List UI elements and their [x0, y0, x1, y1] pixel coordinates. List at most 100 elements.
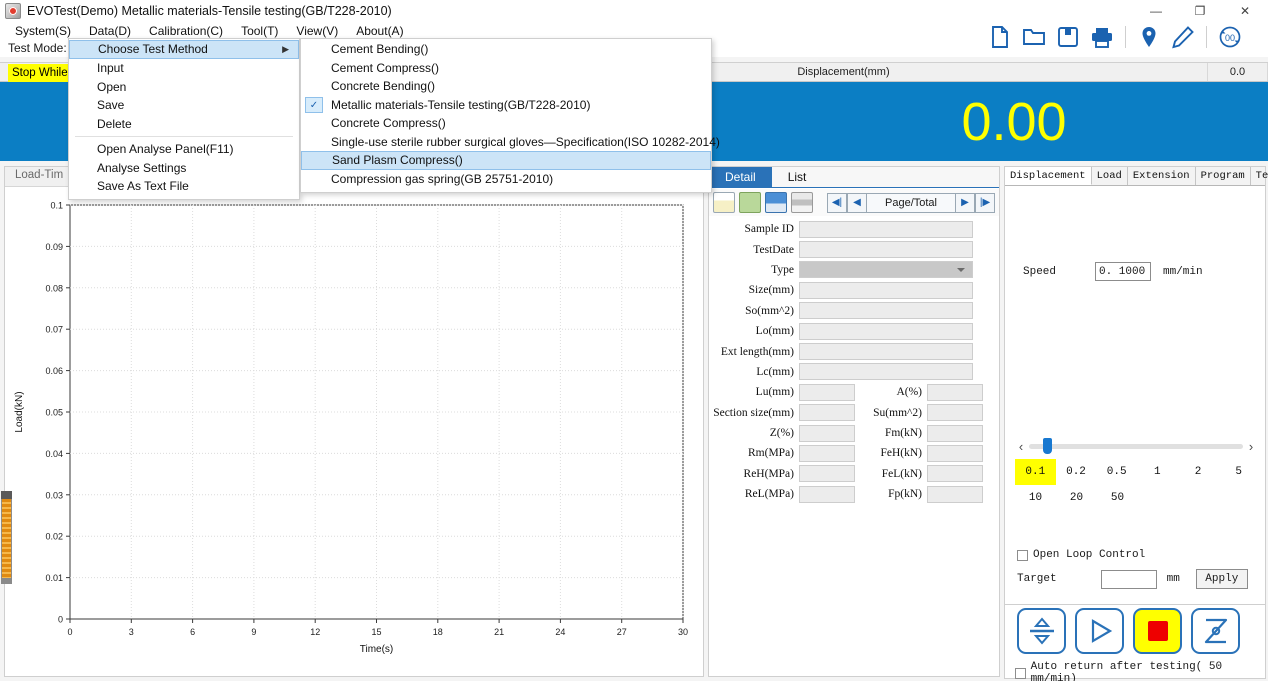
field-input-section-size-mm-[interactable] — [799, 404, 855, 422]
speed-preset-1[interactable]: 1 — [1137, 459, 1178, 485]
load-indicator-bar[interactable] — [1, 491, 12, 584]
field-label: Fm(kN) — [884, 427, 922, 440]
field-input-ext-length-mm-[interactable] — [799, 343, 973, 361]
field-input-so-mm-2-[interactable] — [799, 302, 973, 320]
control-tab-load[interactable]: Load — [1092, 167, 1128, 185]
open-folder-icon[interactable] — [1020, 23, 1048, 51]
return-button[interactable] — [1191, 608, 1240, 654]
field-input-reh-mpa-[interactable] — [799, 465, 855, 483]
x-tick-label: 27 — [617, 627, 627, 637]
start-button[interactable] — [1075, 608, 1124, 654]
control-tab-ten[interactable]: Ten — [1251, 167, 1268, 185]
speed-preset-20[interactable]: 20 — [1056, 485, 1097, 511]
field-input-z-[interactable] — [799, 424, 855, 442]
speed-preset-0-2[interactable]: 0.2 — [1056, 459, 1097, 485]
speed-slider[interactable]: ‹ › — [1013, 438, 1259, 454]
speed-preset-2[interactable]: 2 — [1178, 459, 1219, 485]
detail-field-row: Lc(mm) — [709, 362, 999, 382]
pencil-icon[interactable] — [1169, 23, 1197, 51]
menu-system[interactable]: System(S) — [6, 23, 80, 39]
field-input-lo-mm-[interactable] — [799, 322, 973, 340]
data-menu-item-8[interactable]: Save As Text File — [69, 177, 299, 196]
speed-preset-5[interactable]: 5 — [1218, 459, 1259, 485]
field-input-su-mm-2-[interactable] — [927, 404, 983, 422]
y-tick-label: 0.03 — [45, 490, 63, 500]
field-input-sample-id[interactable] — [799, 220, 973, 238]
menu-calibration[interactable]: Calibration(C) — [140, 23, 232, 39]
target-input[interactable] — [1100, 569, 1157, 589]
open-record-icon[interactable] — [739, 192, 761, 213]
method-menu-item-5[interactable]: Single-use sterile rubber surgical glove… — [301, 133, 720, 152]
field-label: Lo(mm) — [755, 325, 794, 338]
field-input-size-mm-[interactable] — [799, 281, 973, 299]
maximize-button[interactable]: ❐ — [1178, 0, 1222, 22]
save-record-icon[interactable] — [765, 192, 787, 213]
pager-next-button[interactable]: ▶ — [955, 192, 975, 213]
chart-tab-load-time[interactable]: Load-Tim — [15, 169, 63, 181]
slider-right-arrow[interactable]: › — [1243, 439, 1259, 454]
method-menu-item-2[interactable]: Concrete Bending() — [301, 77, 711, 96]
open-loop-control-row[interactable]: Open Loop Control — [1017, 549, 1145, 561]
field-input-rm-mpa-[interactable] — [799, 444, 855, 462]
zero-reset-icon[interactable]: 00 — [1216, 23, 1244, 51]
new-record-icon[interactable] — [713, 192, 735, 213]
tab-list[interactable]: List — [772, 167, 823, 188]
jog-up-down-button[interactable] — [1017, 608, 1066, 654]
speed-preset-10[interactable]: 10 — [1015, 485, 1056, 511]
auto-return-row[interactable]: Auto return after testing( 50 mm/min) — [1015, 661, 1265, 681]
pager-last-button[interactable]: |▶ — [975, 192, 995, 213]
slider-left-arrow[interactable]: ‹ — [1013, 439, 1029, 454]
field-input-fel-kn-[interactable] — [927, 465, 983, 483]
speed-preset-0-5[interactable]: 0.5 — [1096, 459, 1137, 485]
data-menu-item-1[interactable]: Input — [69, 59, 299, 78]
field-input-fp-kn-[interactable] — [927, 485, 983, 503]
close-button[interactable]: ✕ — [1222, 0, 1268, 22]
open-loop-checkbox[interactable] — [1017, 549, 1028, 561]
data-menu-item-3[interactable]: Save — [69, 96, 299, 115]
method-menu-item-7[interactable]: Compression gas spring(GB 25751-2010) — [301, 170, 711, 189]
data-menu-item-7[interactable]: Analyse Settings — [69, 159, 299, 178]
field-input-testdate[interactable] — [799, 241, 973, 259]
auto-return-checkbox[interactable] — [1015, 667, 1026, 679]
pager-prev-button[interactable]: ◀ — [847, 192, 867, 213]
field-input-type[interactable] — [799, 261, 973, 279]
method-menu-item-0[interactable]: Cement Bending() — [301, 40, 711, 59]
method-menu-item-4[interactable]: Concrete Compress() — [301, 114, 711, 133]
field-input-rel-mpa-[interactable] — [799, 485, 855, 503]
new-file-icon[interactable] — [986, 23, 1014, 51]
field-input-feh-kn-[interactable] — [927, 444, 983, 462]
save-icon[interactable] — [1054, 23, 1082, 51]
print-record-icon[interactable] — [791, 192, 813, 213]
field-input-lu-mm-[interactable] — [799, 383, 855, 401]
menu-data[interactable]: Data(D) — [80, 22, 141, 39]
speed-preset-50[interactable]: 50 — [1097, 485, 1138, 511]
stop-button[interactable] — [1133, 608, 1182, 654]
method-menu-item-3[interactable]: Metallic materials-Tensile testing(GB/T2… — [301, 96, 711, 115]
x-tick-label: 30 — [678, 627, 688, 637]
menu-view[interactable]: View(V) — [287, 23, 347, 39]
control-tab-extension[interactable]: Extension — [1128, 167, 1196, 185]
slider-thumb[interactable] — [1043, 438, 1052, 454]
data-menu-item-4[interactable]: Delete — [69, 115, 299, 134]
menu-about[interactable]: About(A) — [347, 23, 412, 39]
method-menu-item-1[interactable]: Cement Compress() — [301, 59, 711, 78]
slider-track[interactable] — [1029, 438, 1243, 454]
field-input-fm-kn-[interactable] — [927, 424, 983, 442]
control-tab-program[interactable]: Program — [1196, 167, 1251, 185]
menu-tool[interactable]: Tool(T) — [232, 23, 287, 39]
data-menu-item-0[interactable]: Choose Test Method ▶ — [69, 40, 299, 59]
field-input-lc-mm-[interactable] — [799, 363, 973, 381]
print-icon[interactable] — [1088, 23, 1116, 51]
minimize-button[interactable]: — — [1134, 0, 1178, 22]
tab-detail[interactable]: Detail — [709, 167, 772, 188]
data-menu-item-6[interactable]: Open Analyse Panel(F11) — [69, 140, 299, 159]
location-pin-icon[interactable] — [1135, 23, 1163, 51]
apply-button[interactable]: Apply — [1195, 569, 1248, 589]
control-tab-displacement[interactable]: Displacement — [1005, 167, 1092, 185]
pager-first-button[interactable]: ◀| — [827, 192, 847, 213]
speed-preset-0-1[interactable]: 0.1 — [1015, 459, 1056, 485]
method-menu-item-6[interactable]: Sand Plasm Compress() — [301, 151, 711, 170]
field-input-a-[interactable] — [927, 383, 983, 401]
speed-input[interactable]: 0. 1000 — [1095, 262, 1151, 281]
data-menu-item-2[interactable]: Open — [69, 78, 299, 97]
